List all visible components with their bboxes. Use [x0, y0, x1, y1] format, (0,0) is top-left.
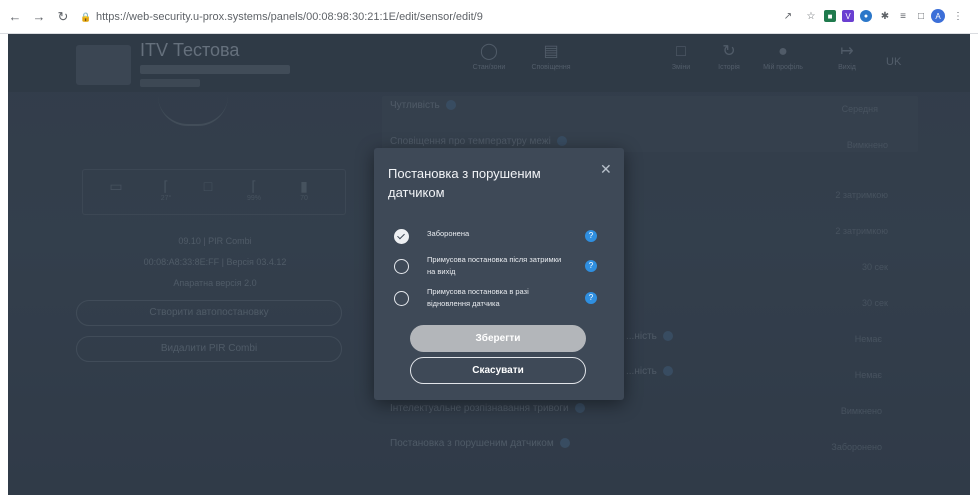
share-icon[interactable]: ↗ [780, 8, 796, 24]
option-label: Примусова постановка після затримки на в… [427, 255, 562, 276]
url-text: https://web-security.u-prox.systems/pane… [96, 11, 483, 23]
profile-avatar-icon[interactable]: A [931, 9, 945, 23]
extensions-puzzle-icon[interactable]: ✱ [877, 8, 893, 24]
help-icon[interactable]: ? [585, 292, 597, 304]
help-icon[interactable]: ? [585, 230, 597, 242]
app-page: ITV Тестова ◯ Стан/зони ▤ Сповіщення □ З… [8, 34, 970, 495]
radio-icon[interactable] [394, 259, 409, 274]
extension-icon[interactable]: ● [860, 10, 872, 22]
reading-list-icon[interactable]: ≡ [895, 8, 911, 24]
radio-checked-icon[interactable] [394, 229, 409, 244]
option-forced-after-exit-delay[interactable]: Примусова постановка після затримки на в… [394, 254, 604, 282]
address-bar[interactable]: 🔒 https://web-security.u-prox.systems/pa… [80, 7, 780, 27]
bookmark-star-icon[interactable]: ☆ [803, 8, 819, 24]
side-panel-icon[interactable]: □ [913, 8, 929, 24]
extension-icon[interactable]: ■ [824, 10, 836, 22]
browser-toolbar: ← → ↻ 🔒 https://web-security.u-prox.syst… [0, 0, 978, 34]
option-forced-on-sensor-restore[interactable]: Примусова постановка в разі відновлення … [394, 286, 604, 314]
forward-icon[interactable]: → [30, 8, 48, 26]
extension-icon[interactable]: V [842, 10, 854, 22]
reload-icon[interactable]: ↻ [54, 8, 72, 26]
help-icon[interactable]: ? [585, 260, 597, 272]
radio-icon[interactable] [394, 291, 409, 306]
option-label: Примусова постановка в разі відновлення … [427, 287, 529, 308]
close-icon[interactable]: ✕ [600, 162, 612, 176]
dialog-title: Постановка з порушеним датчиком [388, 166, 541, 200]
lock-icon: 🔒 [80, 12, 92, 22]
cancel-button[interactable]: Скасувати [410, 357, 586, 384]
arming-with-faulty-sensor-dialog: Постановка з порушеним датчиком ✕ Заборо… [374, 148, 624, 400]
option-forbidden[interactable]: Заборонена ? [394, 228, 604, 256]
back-icon[interactable]: ← [6, 8, 24, 26]
option-label: Заборонена [427, 229, 470, 238]
save-button[interactable]: Зберегти [410, 325, 586, 352]
menu-kebab-icon[interactable]: ⋮ [950, 8, 966, 24]
